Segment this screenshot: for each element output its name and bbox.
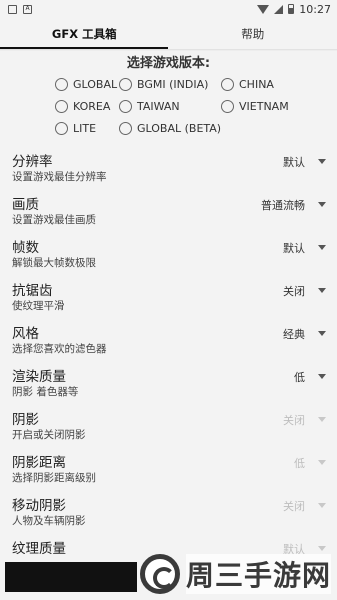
radio-circle-icon xyxy=(55,78,68,91)
tab-gfx-toolbox[interactable]: GFX 工具箱 xyxy=(0,18,169,49)
radio-global-beta[interactable]: GLOBAL (BETA) xyxy=(119,122,221,135)
settings-list: 分辨率 设置游戏最佳分辨率 默认 画质 设置游戏最佳画质 普通流畅 帧数 解锁最… xyxy=(0,145,337,575)
wifi-icon xyxy=(257,4,270,14)
antialiasing-dropdown[interactable]: 关闭 xyxy=(283,283,305,299)
setting-label: 风格 xyxy=(12,326,39,342)
render-quality-dropdown[interactable]: 低 xyxy=(294,369,305,385)
setting-fps: 帧数 解锁最大帧数极限 默认 xyxy=(0,231,337,274)
setting-label: 阴影距离 xyxy=(12,455,66,471)
signal-icon xyxy=(274,4,284,14)
style-dropdown[interactable]: 经典 xyxy=(283,326,305,342)
setting-description: 阴影 着色器等 xyxy=(12,386,79,398)
setting-style: 风格 选择您喜欢的滤色器 经典 xyxy=(0,317,337,360)
setting-antialiasing: 抗锯齿 使纹理平滑 关闭 xyxy=(0,274,337,317)
shadow-distance-dropdown: 低 xyxy=(294,457,305,470)
setting-label: 阴影 xyxy=(12,412,39,428)
setting-label: 分辨率 xyxy=(12,154,53,170)
chevron-down-icon[interactable] xyxy=(318,245,326,250)
radio-bgmi-india[interactable]: BGMI (INDIA) xyxy=(119,78,208,91)
setting-description: 设置游戏最佳分辨率 xyxy=(12,171,107,183)
setting-description: 人物及车辆阴影 xyxy=(12,515,86,527)
radio-global[interactable]: GLOBAL xyxy=(55,78,117,91)
chevron-down-icon[interactable] xyxy=(318,288,326,293)
tab-indicator xyxy=(0,47,168,49)
radio-circle-icon xyxy=(221,78,234,91)
radio-circle-icon xyxy=(221,100,234,113)
watermark: 周三手游网 xyxy=(140,548,337,600)
setting-shadows: 阴影 开启或关闭阴影 关闭 xyxy=(0,403,337,446)
setting-description: 选择阴影距离级别 xyxy=(12,472,96,484)
setting-label: 渲染质量 xyxy=(12,369,66,385)
tab-help[interactable]: 帮助 xyxy=(169,18,337,49)
setting-description: 解锁最大帧数极限 xyxy=(12,257,96,269)
chevron-down-icon xyxy=(318,460,326,465)
setting-render-quality: 渲染质量 阴影 着色器等 低 xyxy=(0,360,337,403)
radio-circle-icon xyxy=(119,122,132,135)
chevron-down-icon xyxy=(318,503,326,508)
chevron-down-icon[interactable] xyxy=(318,202,326,207)
setting-resolution: 分辨率 设置游戏最佳分辨率 默认 xyxy=(0,145,337,188)
tab-bar: GFX 工具箱 帮助 xyxy=(0,18,337,49)
radio-vietnam[interactable]: VIETNAM xyxy=(221,100,289,113)
setting-label: 抗锯齿 xyxy=(12,283,53,299)
clock: 10:27 xyxy=(299,2,331,16)
setting-moving-shadows: 移动阴影 人物及车辆阴影 关闭 xyxy=(0,489,337,532)
radio-circle-icon xyxy=(55,100,68,113)
chevron-down-icon[interactable] xyxy=(318,331,326,336)
setting-label: 移动阴影 xyxy=(12,498,66,514)
setting-label: 纹理质量 xyxy=(12,541,66,557)
chevron-down-icon[interactable] xyxy=(318,159,326,164)
watermark-logo-icon xyxy=(140,554,180,594)
chevron-down-icon[interactable] xyxy=(318,374,326,379)
divider xyxy=(0,49,337,51)
setting-graphics: 画质 设置游戏最佳画质 普通流畅 xyxy=(0,188,337,231)
fps-dropdown[interactable]: 默认 xyxy=(283,240,305,256)
battery-icon xyxy=(288,4,295,14)
notification-icon xyxy=(8,4,17,14)
radio-circle-icon xyxy=(119,78,132,91)
watermark-text: 周三手游网 xyxy=(186,554,332,594)
shadows-dropdown: 关闭 xyxy=(283,414,305,427)
radio-circle-icon xyxy=(55,122,68,135)
setting-label: 画质 xyxy=(12,197,39,213)
setting-label: 帧数 xyxy=(12,240,39,256)
setting-description: 开启或关闭阴影 xyxy=(12,429,86,441)
radio-taiwan[interactable]: TAIWAN xyxy=(119,100,180,113)
version-radio-group: GLOBAL BGMI (INDIA) CHINA KOREA TAIWAN V… xyxy=(0,73,337,139)
radio-china[interactable]: CHINA xyxy=(221,78,274,91)
setting-shadow-distance: 阴影距离 选择阴影距离级别 低 xyxy=(0,446,337,489)
setting-description: 使纹理平滑 xyxy=(12,300,65,312)
redacted-bar xyxy=(5,562,137,592)
radio-circle-icon xyxy=(119,100,132,113)
graphics-dropdown[interactable]: 普通流畅 xyxy=(261,197,305,213)
setting-description: 选择您喜欢的滤色器 xyxy=(12,343,107,355)
radio-korea[interactable]: KOREA xyxy=(55,100,110,113)
radio-lite[interactable]: LITE xyxy=(55,122,96,135)
chevron-down-icon xyxy=(318,417,326,422)
version-title: 选择游戏版本: xyxy=(126,56,211,71)
resolution-dropdown[interactable]: 默认 xyxy=(283,154,305,170)
a-icon: A xyxy=(23,4,32,14)
setting-description: 设置游戏最佳画质 xyxy=(12,214,96,226)
status-bar: A 10:27 xyxy=(0,0,337,18)
moving-shadows-dropdown: 关闭 xyxy=(283,500,305,513)
